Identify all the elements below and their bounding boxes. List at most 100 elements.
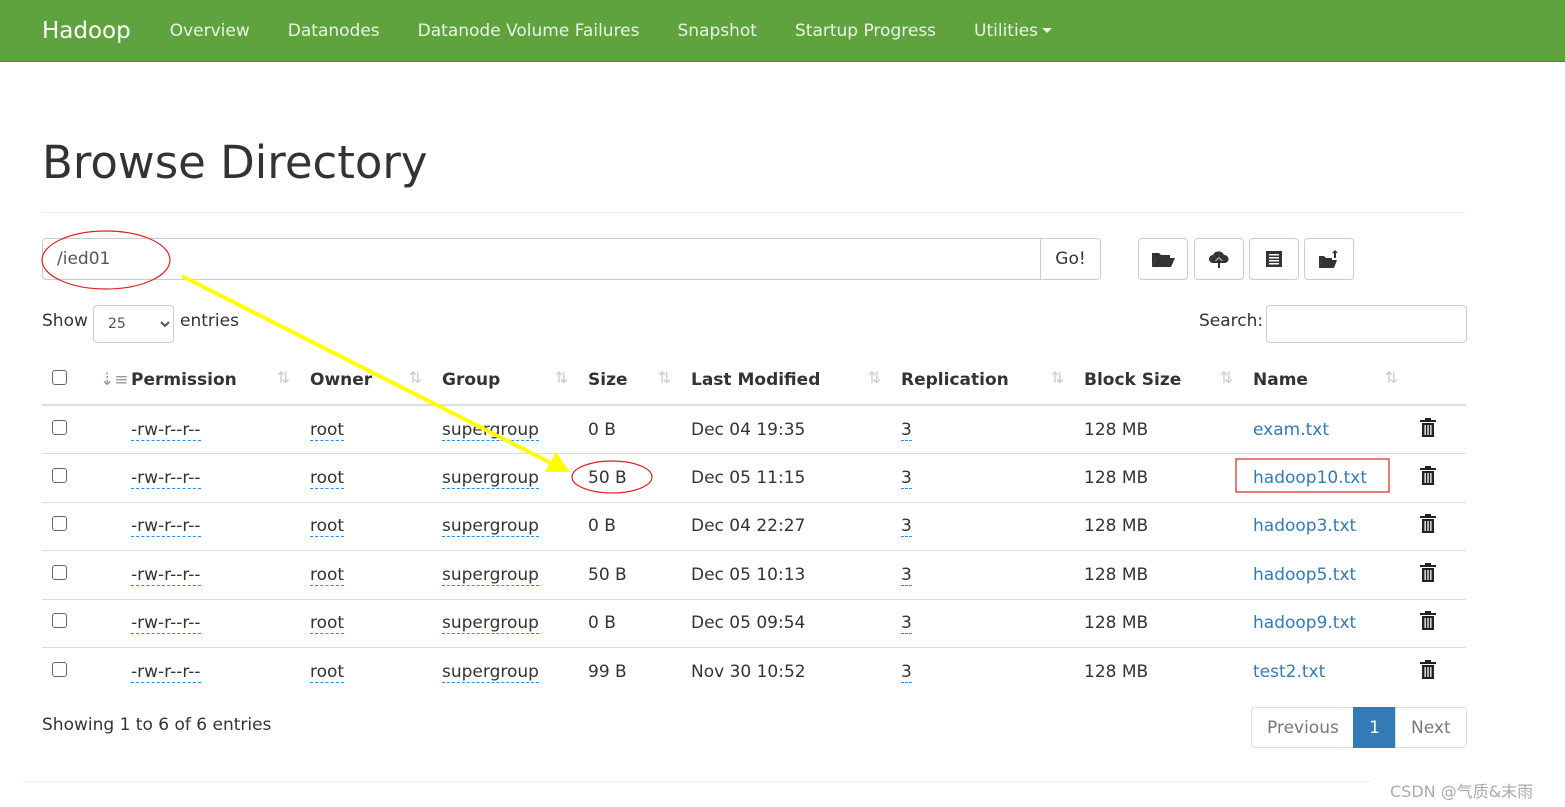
nav-utilities[interactable]: Utilities xyxy=(955,21,1071,41)
previous-button[interactable]: Previous xyxy=(1251,707,1354,748)
block-size-cell: 128 MB xyxy=(1074,453,1243,502)
entries-select[interactable]: 25 xyxy=(93,305,174,343)
block-size-cell: 128 MB xyxy=(1074,501,1243,551)
parent-directory-button[interactable] xyxy=(1304,238,1354,280)
group-cell: supergroup xyxy=(432,404,578,454)
trash-icon[interactable] xyxy=(1420,660,1436,679)
owner-link[interactable]: root xyxy=(310,613,345,635)
file-name-link[interactable]: hadoop10.txt xyxy=(1253,468,1367,488)
nav-volume-failures[interactable]: Datanode Volume Failures xyxy=(399,21,659,41)
replication-cell: 3 xyxy=(891,453,1074,502)
row-checkbox[interactable] xyxy=(52,419,67,435)
owner-link[interactable]: root xyxy=(310,564,345,586)
group-link[interactable]: supergroup xyxy=(442,613,539,635)
row-select-cell xyxy=(42,453,90,502)
name-cell: hadoop5.txt xyxy=(1243,550,1408,599)
trash-icon[interactable] xyxy=(1420,562,1436,582)
go-button[interactable]: Go! xyxy=(1040,238,1101,280)
folder-up-icon xyxy=(1319,250,1338,268)
col-block-size[interactable]: Block Size ⇅ xyxy=(1074,356,1243,406)
size-cell: 50 B xyxy=(578,453,681,502)
empty-cell xyxy=(90,453,121,502)
path-input[interactable] xyxy=(42,238,1041,280)
trash-icon[interactable] xyxy=(1420,417,1436,437)
permission-link[interactable]: -rw-r--r-- xyxy=(131,516,201,538)
group-cell: supergroup xyxy=(432,501,578,551)
file-name-link[interactable]: exam.txt xyxy=(1253,420,1329,440)
next-button[interactable]: Next xyxy=(1395,707,1467,748)
upload-button[interactable] xyxy=(1194,238,1244,280)
delete-cell xyxy=(1408,501,1466,551)
col-permission[interactable]: Permission ⇅ xyxy=(121,356,300,406)
replication-link[interactable]: 3 xyxy=(901,613,912,635)
row-checkbox[interactable] xyxy=(52,467,67,483)
show-label: Show xyxy=(42,311,88,331)
owner-link[interactable]: root xyxy=(310,662,345,683)
permission-link[interactable]: -rw-r--r-- xyxy=(131,564,201,586)
row-checkbox[interactable] xyxy=(52,564,67,580)
block-size-cell: 128 MB xyxy=(1074,598,1243,648)
replication-link[interactable]: 3 xyxy=(901,564,912,586)
owner-cell: root xyxy=(300,501,432,551)
name-cell: exam.txt xyxy=(1243,404,1408,454)
row-select-cell xyxy=(42,598,90,648)
file-name-link[interactable]: test2.txt xyxy=(1253,662,1325,682)
group-link[interactable]: supergroup xyxy=(442,467,539,489)
col-name[interactable]: Name ⇅ xyxy=(1243,356,1408,406)
sort-header[interactable]: ⇣≡ xyxy=(90,356,129,406)
permission-link[interactable]: -rw-r--r-- xyxy=(131,662,201,683)
nav-datanodes[interactable]: Datanodes xyxy=(269,21,399,41)
empty-cell xyxy=(90,550,121,599)
group-link[interactable]: supergroup xyxy=(442,662,539,683)
col-replication[interactable]: Replication ⇅ xyxy=(891,356,1074,406)
row-select-cell xyxy=(42,501,90,551)
row-checkbox[interactable] xyxy=(52,613,67,629)
row-checkbox[interactable] xyxy=(52,662,67,677)
delete-cell xyxy=(1408,550,1466,599)
modified-cell: Dec 05 11:15 xyxy=(681,453,891,502)
select-all-checkbox[interactable] xyxy=(52,370,67,385)
owner-cell: root xyxy=(300,550,432,599)
owner-link[interactable]: root xyxy=(310,467,345,489)
search-input[interactable] xyxy=(1266,305,1467,343)
size-cell: 0 B xyxy=(578,501,681,551)
file-name-link[interactable]: hadoop3.txt xyxy=(1253,516,1356,536)
owner-link[interactable]: root xyxy=(310,419,345,441)
nav-overview[interactable]: Overview xyxy=(151,21,269,41)
block-size-cell: 128 MB xyxy=(1074,550,1243,599)
trash-icon[interactable] xyxy=(1420,514,1436,534)
col-owner[interactable]: Owner ⇅ xyxy=(300,356,432,406)
col-group[interactable]: Group ⇅ xyxy=(432,356,578,406)
group-link[interactable]: supergroup xyxy=(442,419,539,441)
owner-link[interactable]: root xyxy=(310,516,345,538)
col-last-modified[interactable]: Last Modified ⇅ xyxy=(681,356,891,406)
replication-link[interactable]: 3 xyxy=(901,467,912,489)
replication-link[interactable]: 3 xyxy=(901,419,912,441)
create-directory-button[interactable] xyxy=(1138,238,1188,280)
sort-icon: ⇅ xyxy=(276,368,290,387)
table-row: -rw-r--r-- root supergroup 0 B Dec 04 19… xyxy=(42,404,1466,454)
trash-icon[interactable] xyxy=(1420,611,1436,631)
file-name-link[interactable]: hadoop9.txt xyxy=(1253,613,1356,633)
trash-icon[interactable] xyxy=(1420,465,1436,485)
group-link[interactable]: supergroup xyxy=(442,564,539,586)
nav-snapshot[interactable]: Snapshot xyxy=(659,21,776,41)
list-icon xyxy=(1266,251,1282,267)
permission-link[interactable]: -rw-r--r-- xyxy=(131,467,201,489)
replication-link[interactable]: 3 xyxy=(901,516,912,538)
replication-link[interactable]: 3 xyxy=(901,662,912,683)
nav-startup-progress[interactable]: Startup Progress xyxy=(776,21,955,41)
permission-link[interactable]: -rw-r--r-- xyxy=(131,419,201,441)
group-link[interactable]: supergroup xyxy=(442,516,539,538)
row-checkbox[interactable] xyxy=(52,516,67,532)
page-1-button[interactable]: 1 xyxy=(1353,707,1396,748)
file-name-link[interactable]: hadoop5.txt xyxy=(1253,565,1356,585)
col-size[interactable]: Size ⇅ xyxy=(578,356,681,406)
table-header: ⇣≡ Permission ⇅ Owner ⇅ Group ⇅ Size ⇅ Last … xyxy=(42,356,1466,406)
list-button[interactable] xyxy=(1249,238,1299,280)
permission-link[interactable]: -rw-r--r-- xyxy=(131,613,201,635)
brand[interactable]: Hadoop xyxy=(42,18,131,44)
row-select-cell xyxy=(42,550,90,599)
owner-cell: root xyxy=(300,453,432,502)
group-cell: supergroup xyxy=(432,598,578,648)
